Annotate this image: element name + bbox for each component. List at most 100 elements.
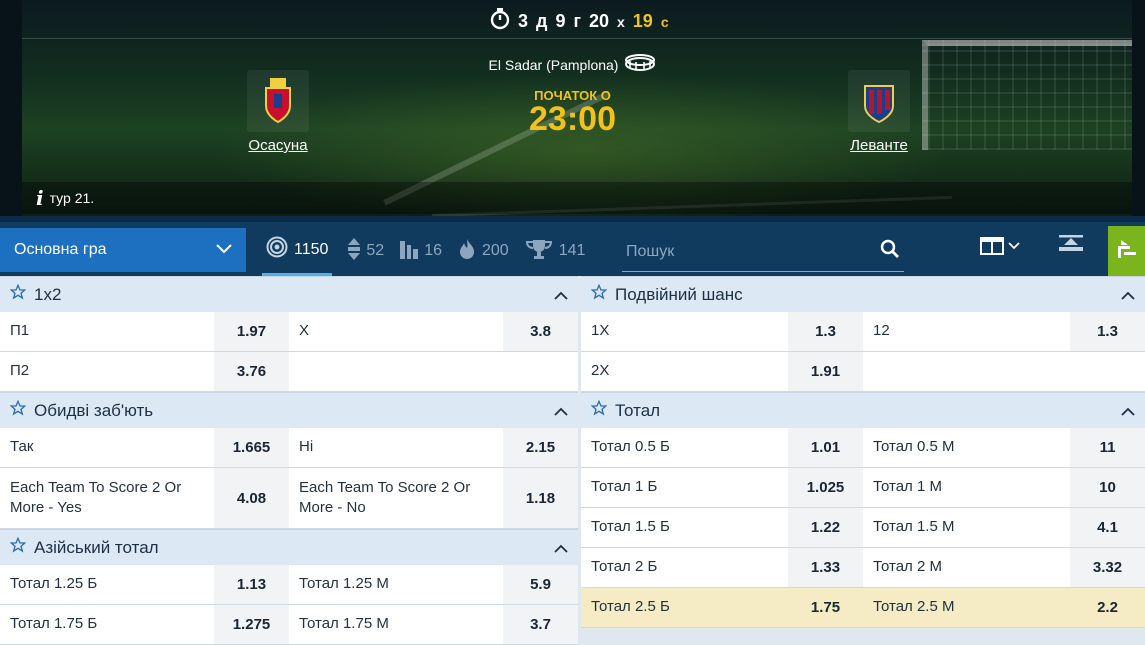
odds-value[interactable]: 5.9 <box>503 565 578 604</box>
empty-cell <box>863 352 1145 391</box>
odds-value[interactable]: 1.18 <box>503 468 578 528</box>
home-team-name[interactable]: Осасуна <box>208 137 348 154</box>
stadium-view-button[interactable] <box>1108 226 1145 276</box>
odds-value[interactable]: 1.97 <box>214 312 289 351</box>
odds-value[interactable]: 1.665 <box>214 428 289 467</box>
market-header[interactable]: 1x2 <box>0 276 578 312</box>
bet-outcome[interactable]: П2 3.76 <box>0 352 289 391</box>
bet-outcome[interactable]: П1 1.97 <box>0 312 289 351</box>
bet-outcome[interactable]: Тотал 0.5 Б 1.01 <box>581 428 863 467</box>
bet-outcome[interactable]: Тотал 1 Б 1.025 <box>581 468 863 507</box>
bet-outcome[interactable]: Тотал 1 М 10 <box>863 468 1145 507</box>
bet-outcome[interactable]: X 3.8 <box>289 312 578 351</box>
collapse-chevron-icon[interactable] <box>554 401 568 421</box>
away-team[interactable]: Леванте <box>809 70 949 154</box>
collapse-chevron-icon[interactable] <box>1121 285 1135 305</box>
bet-outcome[interactable]: Тотал 0.5 М 11 <box>863 428 1145 467</box>
odds-value[interactable]: 3.7 <box>503 605 578 644</box>
timer-days-unit: д <box>536 11 548 31</box>
market-title: 1x2 <box>34 284 62 304</box>
odds-value[interactable]: 1.33 <box>788 548 863 587</box>
odds-value[interactable]: 1.91 <box>788 352 863 391</box>
outcome-label: Тотал 1.25 М <box>299 575 389 593</box>
market-group-select[interactable]: Основна гра <box>0 228 246 272</box>
odds-value[interactable]: 11 <box>1070 428 1145 467</box>
tab-count: 200 <box>482 242 509 259</box>
bet-outcome[interactable]: Тотал 2 Б 1.33 <box>581 548 863 587</box>
odds-value[interactable]: 1.13 <box>214 565 289 604</box>
away-team-name[interactable]: Леванте <box>809 137 949 154</box>
bet-outcome[interactable]: Тотал 1.25 М 5.9 <box>289 565 578 604</box>
tab-specials[interactable]: 141 <box>525 226 585 276</box>
tab-all-markets[interactable]: 1150 <box>262 226 333 276</box>
collapse-chevron-icon[interactable] <box>1121 401 1135 421</box>
bet-outcome[interactable]: Тотал 2.5 Б 1.75 <box>581 588 863 627</box>
market-header[interactable]: Подвійний шанс <box>581 276 1145 312</box>
bet-outcome[interactable]: Тотал 1.25 Б 1.13 <box>0 565 289 604</box>
odds-value[interactable]: 4.1 <box>1070 508 1145 547</box>
bet-outcome[interactable]: Each Team To Score 2 Or More - Yes 4.08 <box>0 468 289 528</box>
favorite-star-icon[interactable] <box>9 283 27 305</box>
favorite-star-icon[interactable] <box>590 399 608 421</box>
bet-outcome[interactable]: 2X 1.91 <box>581 352 863 391</box>
bet-outcome[interactable]: 12 1.3 <box>863 312 1145 351</box>
odds-row: 1X 1.3 12 1.3 <box>581 312 1145 352</box>
odds-value[interactable]: 3.32 <box>1070 548 1145 587</box>
odds-row: П2 3.76 <box>0 352 578 392</box>
market-header[interactable]: Тотал <box>581 392 1145 428</box>
info-icon[interactable]: i <box>36 186 44 210</box>
odds-value[interactable]: 1.75 <box>788 588 863 627</box>
market-header[interactable]: Обидві заб'ють <box>0 392 578 428</box>
start-time: 23:00 <box>529 100 616 138</box>
odds-value[interactable]: 1.025 <box>788 468 863 507</box>
outcome-label: Тотал 1.25 Б <box>10 575 98 593</box>
odds-value[interactable]: 1.275 <box>214 605 289 644</box>
bet-outcome[interactable]: Так 1.665 <box>0 428 289 467</box>
collapse-chevron-icon[interactable] <box>554 538 568 558</box>
odds-row: Тотал 2.5 Б 1.75 Тотал 2.5 М 2.2 <box>581 588 1145 628</box>
bet-outcome[interactable]: 1X 1.3 <box>581 312 863 351</box>
bet-outcome[interactable]: Тотал 1.5 М 4.1 <box>863 508 1145 547</box>
favorite-star-icon[interactable] <box>9 536 27 558</box>
search-input[interactable] <box>626 242 866 261</box>
bet-outcome[interactable]: Each Team To Score 2 Or More - No 1.18 <box>289 468 578 528</box>
home-team[interactable]: Осасуна <box>208 70 348 154</box>
favorite-star-icon[interactable] <box>590 283 608 305</box>
market-header[interactable]: Азійський тотал <box>0 529 578 565</box>
bet-outcome[interactable]: Тотал 1.5 Б 1.22 <box>581 508 863 547</box>
market-search[interactable] <box>622 232 904 272</box>
tab-count: 16 <box>424 242 442 259</box>
odds-value[interactable]: 4.08 <box>214 468 289 528</box>
timer-minutes-unit: х <box>617 13 625 30</box>
odds-value[interactable]: 1.22 <box>788 508 863 547</box>
search-icon[interactable] <box>880 239 900 264</box>
bet-outcome[interactable]: Тотал 2.5 М 2.2 <box>863 588 1145 627</box>
tab-popular[interactable]: 200 <box>458 226 509 276</box>
odds-value[interactable]: 10 <box>1070 468 1145 507</box>
tab-updown[interactable]: 52 <box>348 226 384 276</box>
odds-row: 2X 1.91 <box>581 352 1145 392</box>
market-title: Тотал <box>615 400 661 420</box>
odds-value[interactable]: 3.76 <box>214 352 289 391</box>
collapse-up-icon[interactable] <box>1058 234 1084 257</box>
outcome-label: Each Team To Score 2 Or More - Yes <box>10 478 182 516</box>
odds-value[interactable]: 1.3 <box>1070 312 1145 351</box>
odds-value[interactable]: 2.2 <box>1070 588 1145 627</box>
bet-outcome[interactable]: Тотал 2 М 3.32 <box>863 548 1145 587</box>
outcome-label: П2 <box>10 362 30 380</box>
collapse-chevron-icon[interactable] <box>554 285 568 305</box>
bet-outcome[interactable]: Тотал 1.75 М 3.7 <box>289 605 578 644</box>
layout-columns-icon[interactable] <box>980 236 1020 255</box>
bet-outcome[interactable]: Тотал 1.75 Б 1.275 <box>0 605 289 644</box>
odds-value[interactable]: 3.8 <box>503 312 578 351</box>
odds-value[interactable]: 1.3 <box>788 312 863 351</box>
tab-count: 52 <box>366 242 385 259</box>
outcome-label: Тотал 1.75 Б <box>10 615 98 633</box>
outcome-label: Тотал 1.5 Б <box>591 518 670 536</box>
odds-value[interactable]: 2.15 <box>503 428 578 467</box>
bet-outcome[interactable]: Ні 2.15 <box>289 428 578 467</box>
tab-stats[interactable]: 16 <box>400 226 442 276</box>
chevron-down-icon <box>216 241 232 259</box>
odds-value[interactable]: 1.01 <box>788 428 863 467</box>
favorite-star-icon[interactable] <box>9 399 27 421</box>
